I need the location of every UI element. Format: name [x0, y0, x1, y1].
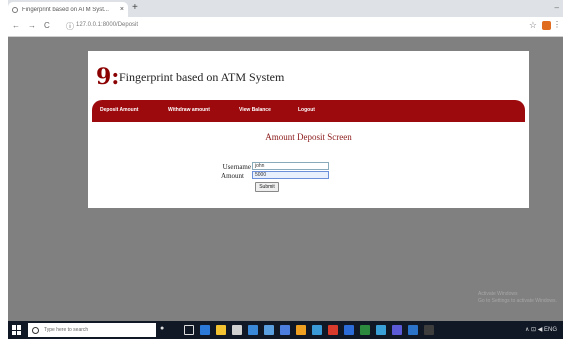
file-explorer-icon[interactable] — [216, 325, 226, 335]
address-bar[interactable]: 127.0.0.1:8000/Deposit — [76, 22, 138, 28]
logo-icon: 9: — [96, 64, 120, 90]
username-label: Username — [222, 163, 251, 171]
activation-watermark: Activate Windows Go to Settings to activ… — [478, 291, 558, 305]
system-tray[interactable]: ∧ ⊡ ◀ ENG — [525, 326, 557, 333]
pdf-icon[interactable] — [328, 325, 338, 335]
search-placeholder: Type here to search — [44, 327, 89, 333]
reload-icon[interactable]: C — [44, 21, 50, 31]
app-icon[interactable] — [264, 325, 274, 335]
mail-icon[interactable] — [248, 325, 258, 335]
taskbar-search-input[interactable]: Type here to search — [28, 323, 156, 337]
browser-tab-bar: Fingerprint based on ATM Syst... × + – — [8, 0, 563, 17]
app-icon[interactable] — [392, 325, 402, 335]
search-icon — [32, 326, 39, 334]
amount-label: Amount — [221, 172, 244, 180]
content-card: 9: Fingerprint based on ATM System Depos… — [88, 51, 529, 208]
username-input[interactable]: john — [252, 162, 329, 170]
site-header: 9: Fingerprint based on ATM System — [96, 65, 284, 89]
info-icon[interactable]: ⓘ — [66, 21, 74, 32]
excel-icon[interactable] — [360, 325, 370, 335]
site-title: Fingerprint based on ATM System — [119, 69, 285, 84]
main-nav: Deposit Amount Withdraw amount View Bala… — [92, 100, 525, 122]
app-icon[interactable] — [424, 325, 434, 335]
back-icon[interactable]: ← — [12, 21, 20, 31]
extension-icon[interactable] — [542, 21, 551, 30]
taskbar: Type here to search ● ∧ ⊡ ◀ ENG — [8, 321, 563, 339]
close-icon[interactable]: × — [120, 6, 124, 13]
browser-tab[interactable]: Fingerprint based on ATM Syst... × — [8, 2, 128, 17]
amount-input[interactable]: 5000 — [252, 171, 329, 179]
nav-logout[interactable]: Logout — [298, 107, 315, 113]
app-icon[interactable] — [312, 325, 322, 335]
star-icon[interactable]: ☆ — [529, 20, 537, 31]
watermark-line: Go to Settings to activate Windows. — [478, 298, 557, 304]
submit-button[interactable]: Submit — [255, 182, 279, 192]
chrome-icon[interactable] — [296, 325, 306, 335]
page-title: Amount Deposit Screen — [265, 132, 352, 142]
forward-icon[interactable]: → — [28, 21, 36, 31]
nav-deposit-amount[interactable]: Deposit Amount — [100, 107, 138, 113]
store-icon[interactable] — [232, 325, 242, 335]
menu-icon[interactable]: ⋮ — [553, 20, 561, 29]
minimize-icon[interactable]: – — [555, 3, 559, 12]
nav-withdraw-amount[interactable]: Withdraw amount — [168, 107, 210, 113]
globe-icon — [12, 6, 18, 13]
app-icon[interactable] — [408, 325, 418, 335]
page-viewport: 9: Fingerprint based on ATM System Depos… — [8, 37, 563, 321]
browser-toolbar: ← → C ⓘ 127.0.0.1:8000/Deposit ☆ ⋮ — [8, 17, 563, 37]
app-icon[interactable] — [376, 325, 386, 335]
nav-view-balance[interactable]: View Balance — [239, 107, 271, 113]
app-icon[interactable] — [344, 325, 354, 335]
edge-icon[interactable] — [200, 325, 210, 335]
watermark-line: Activate Windows — [478, 291, 518, 297]
new-tab-button[interactable]: + — [132, 2, 138, 14]
task-view-icon[interactable] — [184, 325, 194, 335]
word-icon[interactable] — [280, 325, 290, 335]
tab-title: Fingerprint based on ATM Syst... — [22, 6, 109, 13]
microphone-icon[interactable]: ● — [160, 325, 164, 332]
windows-start-icon[interactable] — [12, 325, 22, 335]
